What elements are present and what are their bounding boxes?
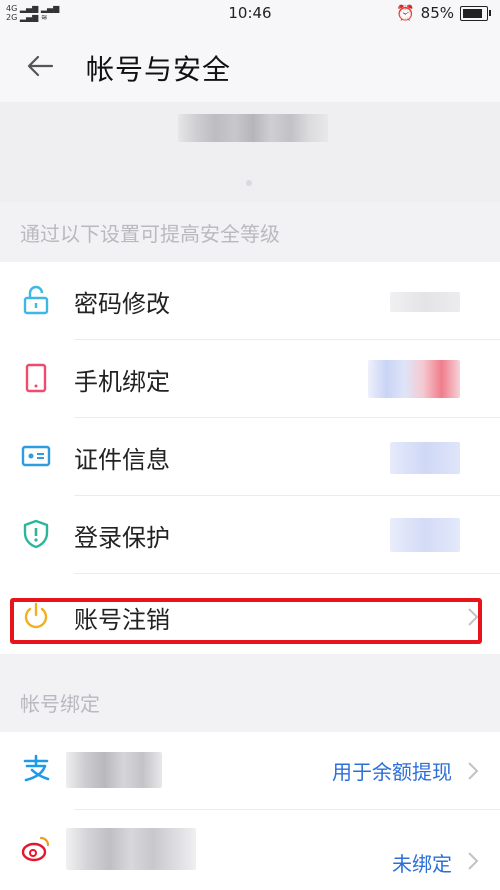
weibo-account-redacted <box>66 828 196 870</box>
row-label: 证件信息 <box>74 446 170 474</box>
account-deletion-row[interactable]: 账号注销 <box>0 576 500 654</box>
phone-icon <box>25 363 47 393</box>
alipay-icon <box>23 754 50 782</box>
password-change-row[interactable]: 密码修改 <box>0 262 500 340</box>
login-protection-status-redacted <box>390 518 460 552</box>
id-card-icon <box>21 445 51 467</box>
lock-icon <box>23 285 49 315</box>
phone-number-redacted <box>368 360 460 398</box>
row-label: 登录保护 <box>74 524 170 552</box>
chevron-right-icon <box>468 762 479 780</box>
battery-icon <box>460 5 491 21</box>
alarm-icon: ⏰ <box>395 4 415 22</box>
binding-section-caption: 帐号绑定 <box>20 692 100 716</box>
header: 帐号与安全 <box>0 30 500 102</box>
back-button[interactable] <box>24 50 56 82</box>
weibo-binding-status: 未绑定 <box>392 852 452 876</box>
binding-list: 用于余额提现 未绑定 <box>0 732 500 890</box>
account-summary <box>0 102 500 202</box>
battery-percent: 85% <box>420 4 454 22</box>
login-protection-row[interactable]: 登录保护 <box>0 496 500 574</box>
id-status-redacted <box>390 442 460 474</box>
page-indicator-dot <box>246 180 252 186</box>
security-list: 密码修改 手机绑定 证件信息 登录保护 账号注销 <box>0 262 500 654</box>
chevron-right-icon <box>468 608 479 626</box>
row-label: 密码修改 <box>74 290 170 318</box>
password-status-redacted <box>390 292 460 312</box>
chevron-right-icon <box>468 852 479 870</box>
id-info-row[interactable]: 证件信息 <box>0 418 500 496</box>
weibo-icon <box>21 836 50 862</box>
shield-icon <box>23 519 49 549</box>
account-name-redacted <box>178 114 328 142</box>
alipay-account-redacted <box>66 752 162 788</box>
row-label: 账号注销 <box>74 606 170 634</box>
alipay-binding-status: 用于余额提现 <box>332 760 452 784</box>
phone-binding-row[interactable]: 手机绑定 <box>0 340 500 418</box>
divider <box>74 809 500 810</box>
page-title: 帐号与安全 <box>86 53 232 86</box>
security-section-caption: 通过以下设置可提高安全等级 <box>20 222 280 246</box>
alipay-binding-row[interactable]: 用于余额提现 <box>0 732 500 810</box>
power-icon <box>24 602 48 629</box>
divider <box>74 573 500 574</box>
back-arrow-icon <box>27 55 54 77</box>
row-label: 手机绑定 <box>74 368 170 396</box>
status-bar: 4G ▂▄▆ ▂▄▆ 2G ▂▄▆ ≋ 10:46 ⏰ 85% <box>0 0 500 30</box>
weibo-binding-row[interactable]: 未绑定 <box>0 812 500 890</box>
